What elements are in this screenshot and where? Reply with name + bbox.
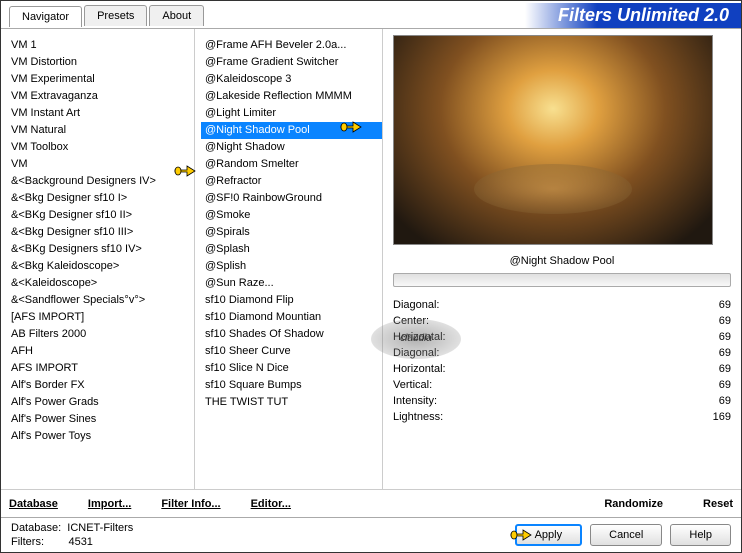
slider-row[interactable]: Intensity: 69 — [393, 393, 731, 409]
slider-value: 69 — [719, 394, 731, 408]
filter-item[interactable]: sf10 Slice N Dice — [201, 360, 382, 377]
pointer-icon — [173, 161, 197, 179]
category-item[interactable]: &<Kaleidoscope> — [7, 275, 194, 292]
import-link[interactable]: Import... — [88, 498, 131, 510]
slider-value: 69 — [719, 346, 731, 360]
filter-item[interactable]: @Sun Raze... — [201, 275, 382, 292]
progress-bar[interactable] — [393, 273, 731, 287]
tabs: Navigator Presets About — [9, 5, 206, 26]
tab-about[interactable]: About — [149, 5, 204, 26]
editor-link[interactable]: Editor... — [251, 498, 291, 510]
slider-label: Diagonal: — [393, 346, 439, 360]
category-item[interactable]: Alf's Power Toys — [7, 428, 194, 445]
filter-item[interactable]: sf10 Shades Of Shadow — [201, 326, 382, 343]
slider-value: 69 — [719, 330, 731, 344]
slider-value: 169 — [713, 410, 731, 424]
filter-item[interactable]: @Refractor — [201, 173, 382, 190]
filter-item[interactable]: @Frame Gradient Switcher — [201, 54, 382, 71]
category-item[interactable]: VM Natural — [7, 122, 194, 139]
header: Navigator Presets About Filters Unlimite… — [1, 1, 741, 29]
slider-label: Lightness: — [393, 410, 443, 424]
filter-item[interactable]: sf10 Diamond Flip — [201, 292, 382, 309]
category-item[interactable]: AFS IMPORT — [7, 360, 194, 377]
slider-value: 69 — [719, 314, 731, 328]
category-item[interactable]: VM Experimental — [7, 71, 194, 88]
category-item[interactable]: &<Bkg Designer sf10 I> — [7, 190, 194, 207]
footer-buttons: Apply Cancel Help — [515, 524, 731, 546]
preview-image — [393, 35, 713, 245]
slider-label: Horizontal: — [393, 330, 446, 344]
tab-navigator[interactable]: Navigator — [9, 6, 82, 27]
category-item[interactable]: VM Distortion — [7, 54, 194, 71]
footer: Database: ICNET-Filters Filters: 4531 Ap… — [1, 517, 741, 551]
slider-row[interactable]: Center: 69 — [393, 313, 731, 329]
filter-item[interactable]: THE TWIST TUT — [201, 394, 382, 411]
filter-item[interactable]: @Splash — [201, 241, 382, 258]
category-item[interactable]: &<BKg Designers sf10 IV> — [7, 241, 194, 258]
category-item[interactable]: &<Bkg Designer sf10 III> — [7, 224, 194, 241]
slider-label: Intensity: — [393, 394, 437, 408]
category-item[interactable]: VM Extravaganza — [7, 88, 194, 105]
category-item[interactable]: AB Filters 2000 — [7, 326, 194, 343]
slider-row[interactable]: Horizontal: 69 — [393, 329, 731, 345]
pointer-icon — [509, 525, 533, 543]
filter-item[interactable]: @SF!0 RainbowGround — [201, 190, 382, 207]
preview-panel: @Night Shadow Pool Diagonal:69Center:69H… — [383, 29, 741, 489]
database-link[interactable]: Database — [9, 498, 58, 510]
filter-item[interactable]: @Frame AFH Beveler 2.0a... — [201, 37, 382, 54]
slider-row[interactable]: Lightness: 169 — [393, 409, 731, 425]
category-item[interactable]: &<BKg Designer sf10 II> — [7, 207, 194, 224]
category-list[interactable]: VM 1VM DistortionVM ExperimentalVM Extra… — [7, 33, 194, 485]
slider-label: Vertical: — [393, 378, 432, 392]
category-item[interactable]: &<Bkg Kaleidoscope> — [7, 258, 194, 275]
filter-item[interactable]: sf10 Sheer Curve — [201, 343, 382, 360]
category-item[interactable]: [AFS IMPORT] — [7, 309, 194, 326]
slider-label: Diagonal: — [393, 298, 439, 312]
category-item[interactable]: Alf's Border FX — [7, 377, 194, 394]
footer-info: Database: ICNET-Filters Filters: 4531 — [11, 521, 133, 549]
slider-value: 69 — [719, 362, 731, 376]
filter-info-link[interactable]: Filter Info... — [161, 498, 220, 510]
slider-value: 69 — [719, 298, 731, 312]
cancel-button[interactable]: Cancel — [590, 524, 662, 546]
slider-row[interactable]: Diagonal: 69 — [393, 297, 731, 313]
category-item[interactable]: &<Background Designers IV> — [7, 173, 194, 190]
reset-link[interactable]: Reset — [703, 498, 733, 510]
category-item[interactable]: VM Toolbox — [7, 139, 194, 156]
category-item[interactable]: Alf's Power Sines — [7, 411, 194, 428]
filter-panel: @Frame AFH Beveler 2.0a...@Frame Gradien… — [195, 29, 383, 489]
main-area: VM 1VM DistortionVM ExperimentalVM Extra… — [1, 29, 741, 489]
filter-item[interactable]: @Random Smelter — [201, 156, 382, 173]
category-item[interactable]: &<Sandflower Specials°v°> — [7, 292, 194, 309]
help-button[interactable]: Help — [670, 524, 731, 546]
filter-item[interactable]: sf10 Square Bumps — [201, 377, 382, 394]
tab-presets[interactable]: Presets — [84, 5, 147, 26]
filter-item[interactable]: @Smoke — [201, 207, 382, 224]
category-item[interactable]: VM 1 — [7, 37, 194, 54]
category-panel: VM 1VM DistortionVM ExperimentalVM Extra… — [1, 29, 195, 489]
category-item[interactable]: AFH — [7, 343, 194, 360]
slider-value: 69 — [719, 378, 731, 392]
category-item[interactable]: VM Instant Art — [7, 105, 194, 122]
pointer-icon — [339, 117, 363, 135]
filter-list[interactable]: @Frame AFH Beveler 2.0a...@Frame Gradien… — [201, 33, 382, 485]
filter-item[interactable]: @Kaleidoscope 3 — [201, 71, 382, 88]
slider-row[interactable]: Horizontal: 69 — [393, 361, 731, 377]
category-item[interactable]: VM — [7, 156, 194, 173]
filter-item[interactable]: @Lakeside Reflection MMMM — [201, 88, 382, 105]
category-item[interactable]: Alf's Power Grads — [7, 394, 194, 411]
slider-label: Center: — [393, 314, 429, 328]
app-title: Filters Unlimited 2.0 — [381, 3, 741, 28]
filter-item[interactable]: @Night Shadow — [201, 139, 382, 156]
filter-item[interactable]: @Splish — [201, 258, 382, 275]
filter-name-label: @Night Shadow Pool — [393, 255, 731, 267]
sliders-area: Diagonal:69Center:69Horizontal:69Diagona… — [393, 297, 731, 483]
randomize-link[interactable]: Randomize — [604, 498, 663, 510]
filter-item[interactable]: @Spirals — [201, 224, 382, 241]
filter-item[interactable]: sf10 Diamond Mountian — [201, 309, 382, 326]
slider-row[interactable]: Vertical: 69 — [393, 377, 731, 393]
slider-row[interactable]: Diagonal: 69 — [393, 345, 731, 361]
slider-label: Horizontal: — [393, 362, 446, 376]
link-row: Database Import... Filter Info... Editor… — [1, 489, 741, 517]
